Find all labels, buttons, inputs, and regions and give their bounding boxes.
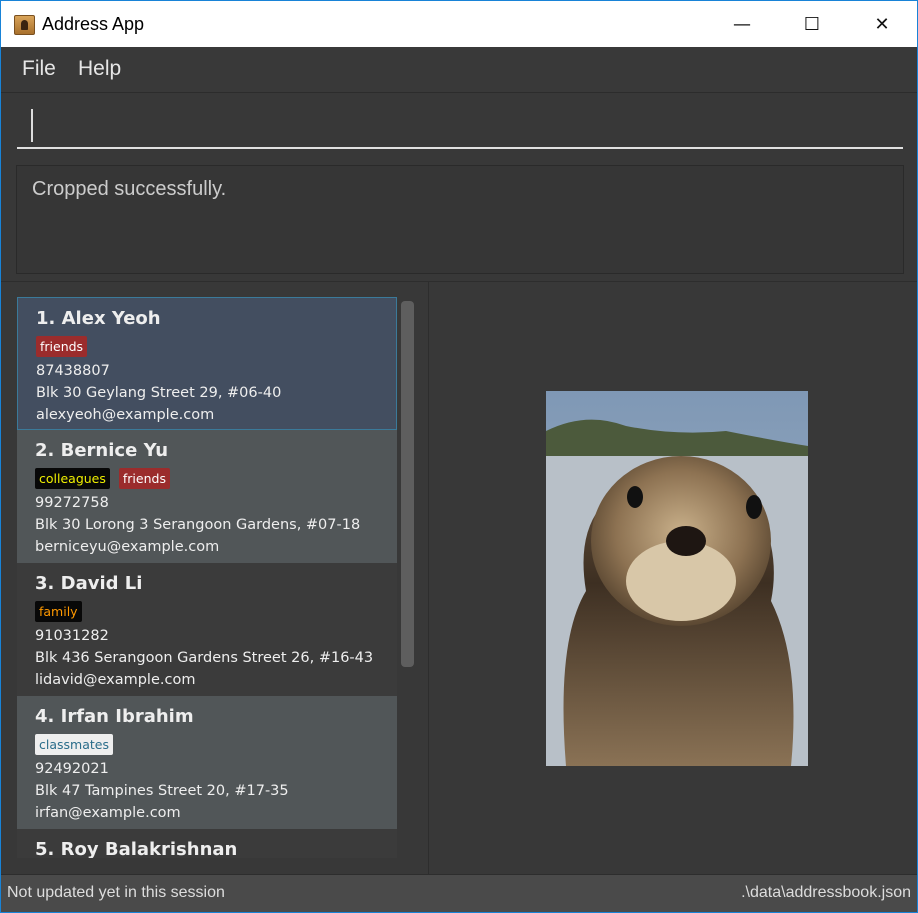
sync-status: Not updated yet in this session [7, 884, 225, 901]
split-pane-divider[interactable] [428, 282, 429, 874]
menu-help[interactable]: Help [78, 57, 121, 81]
tag-list: colleagues friends [35, 468, 397, 492]
status-bar: Not updated yet in this session .\data\a… [1, 874, 917, 912]
person-phone: 91031282 [35, 628, 109, 644]
tag-badge: friends [36, 336, 88, 357]
command-input[interactable] [17, 101, 903, 149]
tag-list: friends [36, 336, 396, 360]
person-address: Blk 30 Geylang Street 29, #06-40 [36, 385, 282, 401]
tag-list: family [35, 601, 397, 625]
person-address: Blk 47 Tampines Street 20, #17-35 [35, 783, 289, 799]
person-phone: 87438807 [36, 363, 110, 379]
tag-badge: colleagues [35, 468, 110, 489]
person-card[interactable]: 5. Roy Balakrishnan [17, 829, 397, 858]
tag-badge: friends [118, 468, 170, 489]
app-window: Address App — ☐ ✕ File Help Cropped succ… [0, 0, 918, 913]
person-list[interactable]: 1. Alex Yeoh friends 87438807 Blk 30 Geylan… [17, 297, 397, 858]
maximize-button[interactable]: ☐ [789, 1, 835, 47]
divider [1, 281, 917, 282]
person-address: Blk 436 Serangoon Gardens Street 26, #16… [35, 650, 374, 666]
title-bar: Address App — ☐ ✕ [1, 1, 917, 47]
person-address: Blk 30 Lorong 3 Serangoon Gardens, #07-1… [35, 517, 361, 533]
menu-bar: File Help [1, 47, 917, 93]
tag-list: classmates [35, 734, 397, 758]
window-title: Address App [42, 14, 145, 34]
result-display[interactable]: Cropped successfully. [16, 165, 904, 274]
person-name: 1. Alex Yeoh [36, 308, 161, 329]
minimize-button[interactable]: — [719, 1, 765, 47]
result-text: Cropped successfully. [32, 178, 227, 200]
person-card[interactable]: 1. Alex Yeoh friends 87438807 Blk 30 Geylan… [17, 297, 397, 430]
person-email: irfan@example.com [35, 805, 181, 821]
person-card[interactable]: 4. Irfan Ibrahim classmates 92492021 Blk 47… [17, 696, 397, 829]
person-phone: 92492021 [35, 761, 109, 777]
person-name: 2. Bernice Yu [35, 440, 169, 461]
tag-badge: family [35, 601, 82, 622]
close-button[interactable]: ✕ [859, 1, 905, 47]
person-name: 5. Roy Balakrishnan [35, 839, 238, 858]
person-phone: 99272758 [35, 495, 109, 511]
person-name: 3. David Li [35, 573, 143, 594]
save-location: .\data\addressbook.json [741, 884, 911, 901]
menu-file[interactable]: File [22, 57, 56, 81]
person-card[interactable]: 2. Bernice Yu colleagues friends 99272758 Bl… [17, 430, 397, 563]
person-photo [546, 391, 808, 766]
person-email: berniceyu@example.com [35, 539, 220, 555]
person-email: lidavid@example.com [35, 672, 196, 688]
tag-badge: classmates [35, 734, 113, 755]
list-scrollbar[interactable] [401, 301, 414, 667]
person-name: 4. Irfan Ibrahim [35, 706, 194, 727]
person-email: alexyeoh@example.com [36, 407, 215, 423]
address-book-icon [14, 15, 35, 35]
text-caret [31, 109, 33, 142]
squirrel-photo-image [546, 391, 808, 766]
person-card[interactable]: 3. David Li family 91031282 Blk 436 Serango… [17, 563, 397, 696]
